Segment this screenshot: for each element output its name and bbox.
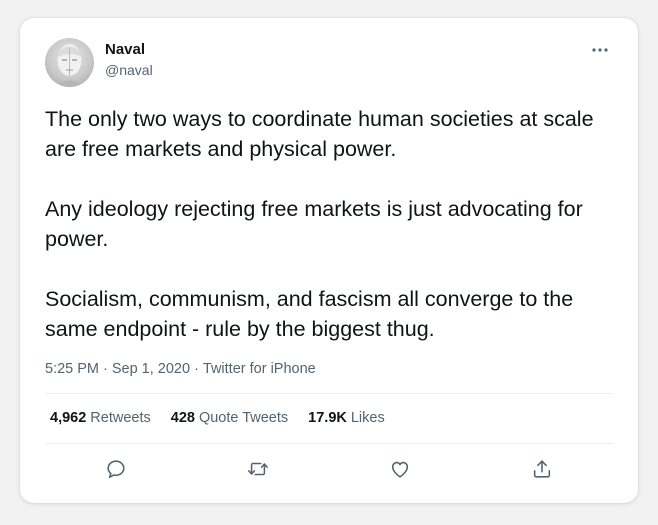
more-icon: [592, 48, 608, 52]
tweet-card: Naval @naval The only two ways to coordi…: [20, 18, 638, 503]
tweet-paragraph: The only two ways to coordinate human so…: [45, 107, 594, 161]
share-button[interactable]: [528, 455, 556, 483]
user-names: Naval @naval: [105, 41, 153, 80]
share-icon: [533, 460, 551, 478]
reply-button[interactable]: [102, 455, 130, 483]
heart-icon: [391, 461, 409, 478]
divider: [45, 443, 613, 444]
quote-tweets-label: Quote Tweets: [198, 410, 289, 426]
tweet-paragraph: Any ideology rejecting free markets is j…: [45, 197, 583, 251]
retweet-icon: [248, 462, 268, 476]
tweet-actions: [20, 455, 638, 483]
tweet-paragraph: Socialism, communism, and fascism all co…: [45, 287, 574, 341]
likes-stat[interactable]: 17.9K Likes: [308, 408, 385, 428]
likes-label: Likes: [350, 410, 385, 426]
tweet-header: Naval @naval: [45, 38, 616, 88]
likes-count: 17.9K: [308, 410, 347, 426]
tweet-text: The only two ways to coordinate human so…: [45, 104, 620, 344]
tweet-time[interactable]: 5:25 PM: [45, 361, 99, 377]
tweet-source[interactable]: Twitter for iPhone: [203, 361, 316, 377]
meta-separator: ·: [194, 361, 199, 377]
user-handle[interactable]: @naval: [105, 60, 153, 80]
retweets-label: Retweets: [90, 410, 151, 426]
more-options-button[interactable]: [588, 40, 612, 60]
statue-head-avatar-icon: [55, 44, 84, 87]
tweet-stats: 4,962 Retweets 428 Quote Tweets 17.9K Likes: [50, 408, 385, 428]
like-button[interactable]: [386, 455, 414, 483]
meta-separator: ·: [103, 361, 108, 377]
retweets-count: 4,962: [50, 410, 87, 426]
divider: [45, 393, 613, 394]
tweet-meta: 5:25 PM · Sep 1, 2020 · Twitter for iPhone: [45, 359, 316, 379]
quote-tweets-stat[interactable]: 428 Quote Tweets: [171, 408, 288, 428]
display-name[interactable]: Naval: [105, 41, 153, 59]
retweets-stat[interactable]: 4,962 Retweets: [50, 408, 151, 428]
retweet-button[interactable]: [244, 455, 272, 483]
avatar[interactable]: [45, 38, 94, 87]
tweet-date[interactable]: Sep 1, 2020: [112, 361, 190, 377]
reply-icon: [107, 460, 125, 479]
quote-tweets-count: 428: [170, 410, 195, 426]
